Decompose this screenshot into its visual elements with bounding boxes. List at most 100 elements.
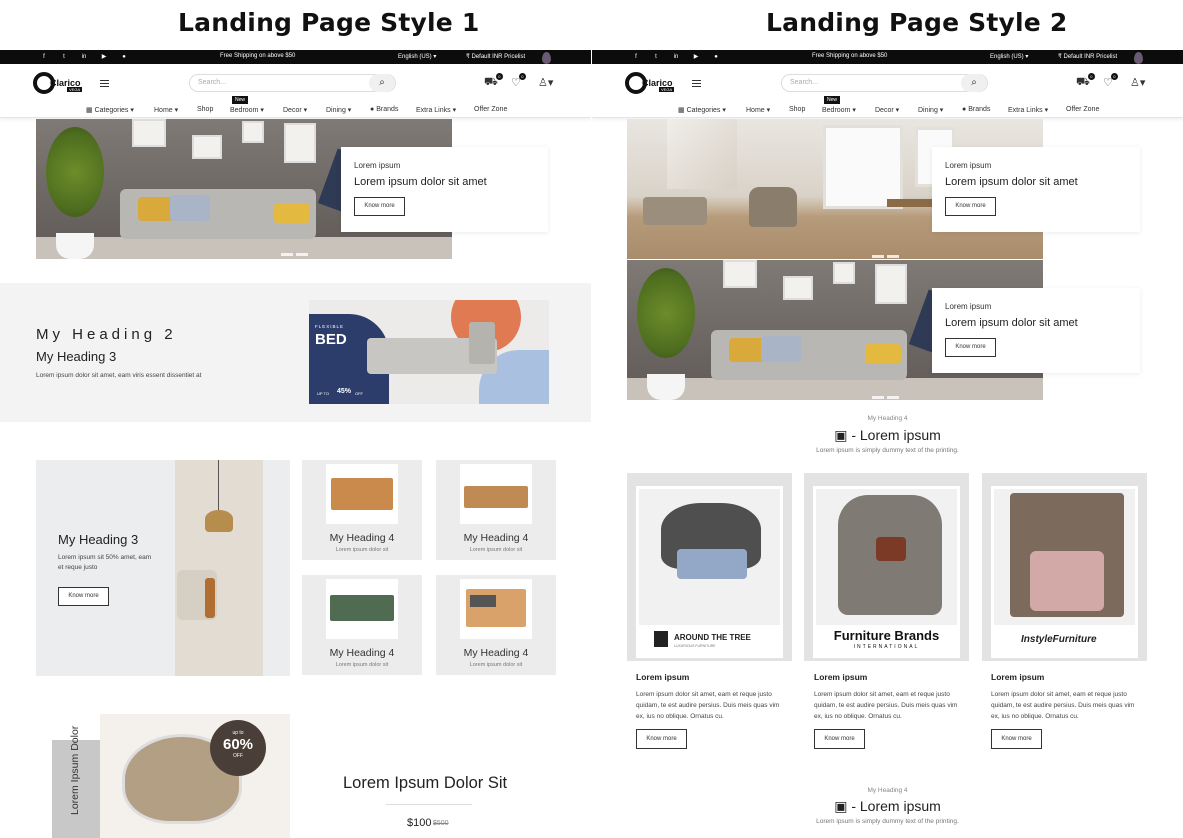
drop-icon xyxy=(542,52,551,64)
hero-card: Lorem ipsum Lorem ipsum dolor sit amet K… xyxy=(932,288,1140,373)
feature-know-more-button[interactable]: Know more xyxy=(58,587,109,606)
banner-heading-2: My Heading 2 xyxy=(36,326,177,343)
section-sub: Lorem ipsum is simply dummy text of the … xyxy=(816,818,959,825)
tile-sub: Lorem ipsum dolor sit xyxy=(469,662,523,668)
know-more-button[interactable]: Know more xyxy=(636,729,687,749)
page-title-style-1: Landing Page Style 1 xyxy=(178,8,480,37)
twitter-icon[interactable]: t xyxy=(652,53,660,61)
wishlist-icon[interactable]: ♡ 0 xyxy=(1103,73,1118,89)
search-input[interactable]: Search... ⌕ xyxy=(189,74,396,92)
language-select[interactable]: English (US) ▾ xyxy=(990,53,1028,60)
wall-frame xyxy=(284,123,316,163)
new-badge: New xyxy=(232,96,249,104)
nav-shop[interactable]: Shop xyxy=(789,106,805,113)
nav-decor[interactable]: Decor ▾ xyxy=(283,106,307,114)
feature-heading: My Heading 3 xyxy=(58,532,139,547)
search-icon[interactable]: ⌕ xyxy=(369,74,395,92)
facebook-icon[interactable]: f xyxy=(40,53,48,61)
plant xyxy=(637,268,695,358)
discount-badge: up to 60% OFF xyxy=(210,720,266,776)
nav-offer-zone[interactable]: Offer Zone xyxy=(1066,106,1099,113)
hero-card: Lorem ipsum Lorem ipsum dolor sit amet K… xyxy=(932,147,1140,232)
section-heading-4: My Heading 4 xyxy=(867,787,908,794)
linkedin-icon[interactable]: in xyxy=(80,53,88,61)
know-more-button[interactable]: Know more xyxy=(991,729,1042,749)
deal-title: Lorem Ipsum Dolor Sit xyxy=(343,774,508,792)
slider-dots[interactable] xyxy=(872,245,902,258)
nav-categories[interactable]: ▦ Categories ▾ xyxy=(678,106,726,114)
section-title: ▣ - Lorem ipsum xyxy=(834,798,941,814)
bed-promo-image[interactable]: FLEXIBLE BED UP TO 45% OFF xyxy=(309,300,549,404)
tile-sub: Lorem ipsum dolor sit xyxy=(335,547,389,553)
slider-dots[interactable] xyxy=(872,386,902,399)
nav-brands[interactable]: ● Brands xyxy=(962,106,990,113)
contact-icon: ▣ xyxy=(834,427,848,443)
tile-heading: My Heading 4 xyxy=(329,647,395,659)
linkedin-icon[interactable]: in xyxy=(672,53,680,61)
banner-text: Lorem ipsum dolor sit amet, eam viris es… xyxy=(36,372,202,379)
nav-decor[interactable]: Decor ▾ xyxy=(875,106,899,114)
contact-icon: ▣ xyxy=(834,798,848,814)
nav-extra-links[interactable]: Extra Links ▾ xyxy=(416,106,456,114)
cart-icon[interactable]: ⛟ 0 xyxy=(1076,73,1095,90)
new-badge: New xyxy=(824,96,841,104)
wall-frame xyxy=(132,119,166,147)
brand-logo: Furniture Brands INTERNATIONAL xyxy=(813,625,960,655)
facebook-icon[interactable]: f xyxy=(632,53,640,61)
nav-home[interactable]: Home ▾ xyxy=(746,106,770,114)
nav-dining[interactable]: Dining ▾ xyxy=(918,106,943,114)
tile-sub: Lorem ipsum dolor sit xyxy=(469,547,523,553)
chair-image[interactable]: up to 60% OFF xyxy=(100,714,290,838)
know-more-button[interactable]: Know more xyxy=(814,729,865,749)
menu-icon[interactable] xyxy=(692,80,701,87)
brand-description: Lorem ipsum dolor sit amet, eam et reque… xyxy=(814,691,958,720)
github-icon[interactable]: ● xyxy=(120,53,128,61)
nav-brands[interactable]: ● Brands xyxy=(370,106,398,113)
top-bar: f t in ▶ ● Free Shipping on above $50 En… xyxy=(592,50,1183,64)
pricelist-select[interactable]: ₹ Default INR Pricelist xyxy=(1058,53,1117,60)
user-icon[interactable]: ♙▾ xyxy=(538,76,553,89)
category-tile[interactable]: My Heading 4 Lorem ipsum dolor sit xyxy=(302,460,422,560)
know-more-button[interactable]: Know more xyxy=(945,338,996,357)
hero-title: Lorem ipsum dolor sit amet xyxy=(945,317,1078,329)
nav-bedroom[interactable]: Bedroom ▾ xyxy=(822,106,856,114)
nav-bedroom[interactable]: Bedroom ▾ xyxy=(230,106,264,114)
pricelist-select[interactable]: ₹ Default INR Pricelist xyxy=(466,53,525,60)
language-select[interactable]: English (US) ▾ xyxy=(398,53,436,60)
nav-home[interactable]: Home ▾ xyxy=(154,106,178,114)
know-more-button[interactable]: Know more xyxy=(945,197,996,216)
search-icon[interactable]: ⌕ xyxy=(961,74,987,92)
category-tile[interactable]: My Heading 4 Lorem ipsum dolor sit xyxy=(302,575,422,675)
twitter-icon[interactable]: t xyxy=(60,53,68,61)
nav-dining[interactable]: Dining ▾ xyxy=(326,106,351,114)
nav-categories[interactable]: ▦ Categories ▾ xyxy=(86,106,134,114)
hero-title: Lorem ipsum dolor sit amet xyxy=(945,176,1078,188)
nav-offer-zone[interactable]: Offer Zone xyxy=(474,106,507,113)
wishlist-icon[interactable]: ♡ 0 xyxy=(511,73,526,89)
github-icon[interactable]: ● xyxy=(712,53,720,61)
youtube-icon[interactable]: ▶ xyxy=(692,53,700,61)
wall-frame xyxy=(833,262,855,284)
hero-small-text: Lorem ipsum xyxy=(354,161,401,170)
hero-small-text: Lorem ipsum xyxy=(945,302,992,311)
category-tile[interactable]: My Heading 4 Lorem ipsum dolor sit xyxy=(436,575,556,675)
nav-shop[interactable]: Shop xyxy=(197,106,213,113)
feature-text: Lorem ipsum sit 50% amet, eam et reque j… xyxy=(58,554,152,571)
category-tile[interactable]: My Heading 4 Lorem ipsum dolor sit xyxy=(436,460,556,560)
brand-card[interactable]: InstyleFurniture xyxy=(982,473,1147,661)
youtube-icon[interactable]: ▶ xyxy=(100,53,108,61)
nav-extra-links[interactable]: Extra Links ▾ xyxy=(1008,106,1048,114)
search-input[interactable]: Search... ⌕ xyxy=(781,74,988,92)
menu-icon[interactable] xyxy=(100,80,109,87)
user-icon[interactable]: ♙▾ xyxy=(1130,76,1145,89)
slider-dots[interactable] xyxy=(281,243,311,256)
know-more-button[interactable]: Know more xyxy=(354,197,405,216)
brand-card[interactable]: Furniture Brands INTERNATIONAL xyxy=(804,473,969,661)
tv-unit-image xyxy=(460,464,532,524)
hero-card: Lorem ipsum Lorem ipsum dolor sit amet K… xyxy=(341,147,548,232)
brand-logo: InstyleFurniture xyxy=(991,625,1138,655)
deal-old-price: $500 xyxy=(433,820,449,827)
brand-description: Lorem ipsum dolor sit amet, eam et reque… xyxy=(991,691,1135,720)
brand-card[interactable]: AROUND THE TREE LUXURIOUS FURNITURE xyxy=(627,473,792,661)
cart-icon[interactable]: ⛟ 0 xyxy=(484,73,503,90)
